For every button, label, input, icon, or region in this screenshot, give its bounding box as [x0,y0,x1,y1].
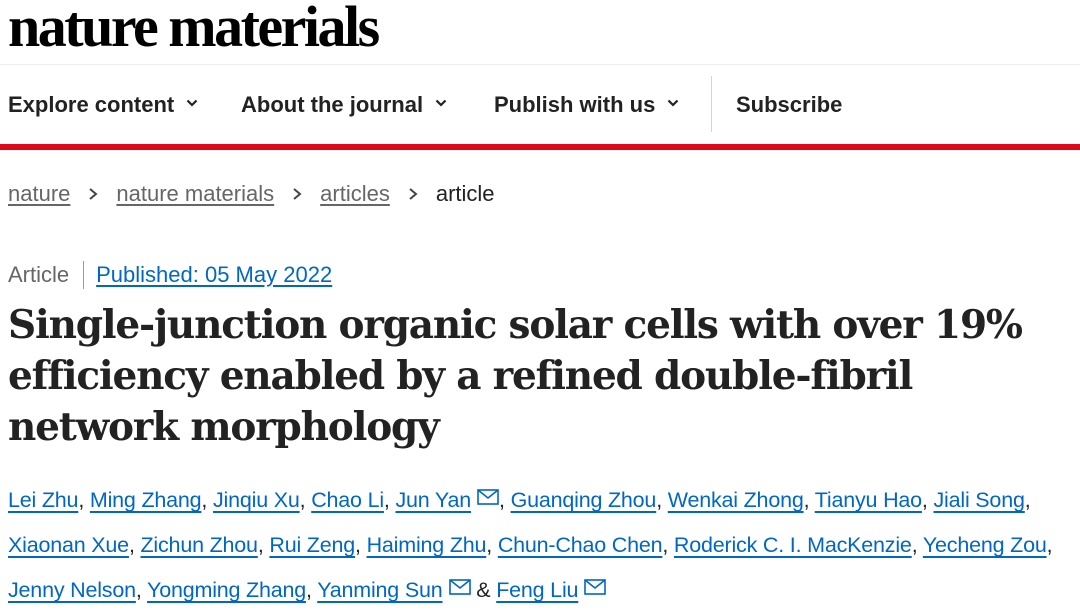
article-title: Single-junction organic solar cells with… [8,302,1023,450]
author-separator: , [486,533,493,557]
author-link[interactable]: Xiaonan Xue [8,533,129,557]
author-link[interactable]: Jiali Song [933,488,1024,512]
author-link[interactable]: Roderick C. I. MacKenzie [674,533,912,557]
article-type: Article [8,262,70,287]
mail-icon[interactable] [584,579,607,595]
breadcrumb-articles[interactable]: articles [320,181,390,207]
author-link[interactable]: Wenkai Zhong [668,488,804,512]
author-separator: , [201,488,208,512]
breadcrumb: nature nature materials articles article [8,178,495,210]
author-link[interactable]: Jenny Nelson [8,578,136,602]
author-link[interactable]: Yecheng Zou [923,533,1047,557]
author-separator: , [499,488,505,512]
nav-item-label: Explore content [8,92,175,117]
author-link[interactable]: Guanqing Zhou [511,488,657,512]
main-nav: Explore content About the journal Publis… [0,66,1080,144]
chevron-down-icon [186,99,198,107]
author-link[interactable]: Rui Zeng [269,533,355,557]
chevron-right-icon [409,188,418,200]
author-separator: , [803,488,810,512]
author-ampersand: & [476,578,491,602]
author-separator: , [306,578,312,602]
author-link[interactable]: Tianyu Hao [815,488,922,512]
mail-icon[interactable] [477,489,499,505]
author-list: Lei Zhu, Ming Zhang, Jinqiu Xu, Chao Li,… [8,478,1080,613]
nav-item-label: About the journal [241,92,424,117]
breadcrumb-current: article [435,181,495,206]
author-separator: , [78,488,85,512]
author-link[interactable]: Yanming Sun [317,578,442,602]
author-separator: , [128,533,135,557]
chevron-right-icon [293,188,302,200]
chevron-down-icon [668,99,679,107]
article-meta: Article Published: 05 May 2022 [8,258,332,292]
meta-divider [83,261,85,289]
author-separator: , [921,488,928,512]
nav-item-label: Subscribe [736,92,843,117]
chevron-down-icon [435,99,447,107]
author-separator: , [135,578,142,602]
published-date[interactable]: Published: 05 May 2022 [96,262,332,288]
author-separator: , [1024,488,1031,512]
mail-icon[interactable] [448,579,471,595]
author-separator: , [383,488,390,512]
author-link[interactable]: Feng Liu [496,578,578,602]
author-separator: , [355,533,361,557]
author-link[interactable]: Jinqiu Xu [213,488,300,512]
author-separator: , [656,488,662,512]
author-link[interactable]: Zichun Zhou [141,533,259,557]
nav-divider [711,76,712,132]
author-link[interactable]: Chun-Chao Chen [498,533,663,557]
nav-item-label: Publish with us [494,92,656,117]
journal-logo[interactable]: nature materials [8,0,380,60]
chevron-right-icon [89,188,98,200]
author-separator: , [662,533,669,557]
nav-about-the-journal[interactable]: About the journal [241,66,447,144]
header-divider [0,64,1080,65]
nav-subscribe[interactable]: Subscribe [736,66,842,144]
nav-publish-with-us[interactable]: Publish with us [494,66,679,144]
author-link[interactable]: Haiming Zhu [367,533,487,557]
breadcrumb-nature[interactable]: nature [8,181,70,207]
nav-explore-content[interactable]: Explore content [8,66,198,144]
author-separator: , [257,533,264,557]
author-link[interactable]: Jun Yan [395,488,471,512]
author-separator: , [1046,533,1053,557]
author-link[interactable]: Ming Zhang [90,488,202,512]
accent-bar [0,144,1080,150]
breadcrumb-nature-materials[interactable]: nature materials [116,181,274,207]
author-link[interactable]: Lei Zhu [8,488,79,512]
author-separator: , [299,488,306,512]
author-separator: , [911,533,918,557]
author-link[interactable]: Yongming Zhang [147,578,306,602]
author-link[interactable]: Chao Li [311,488,384,512]
